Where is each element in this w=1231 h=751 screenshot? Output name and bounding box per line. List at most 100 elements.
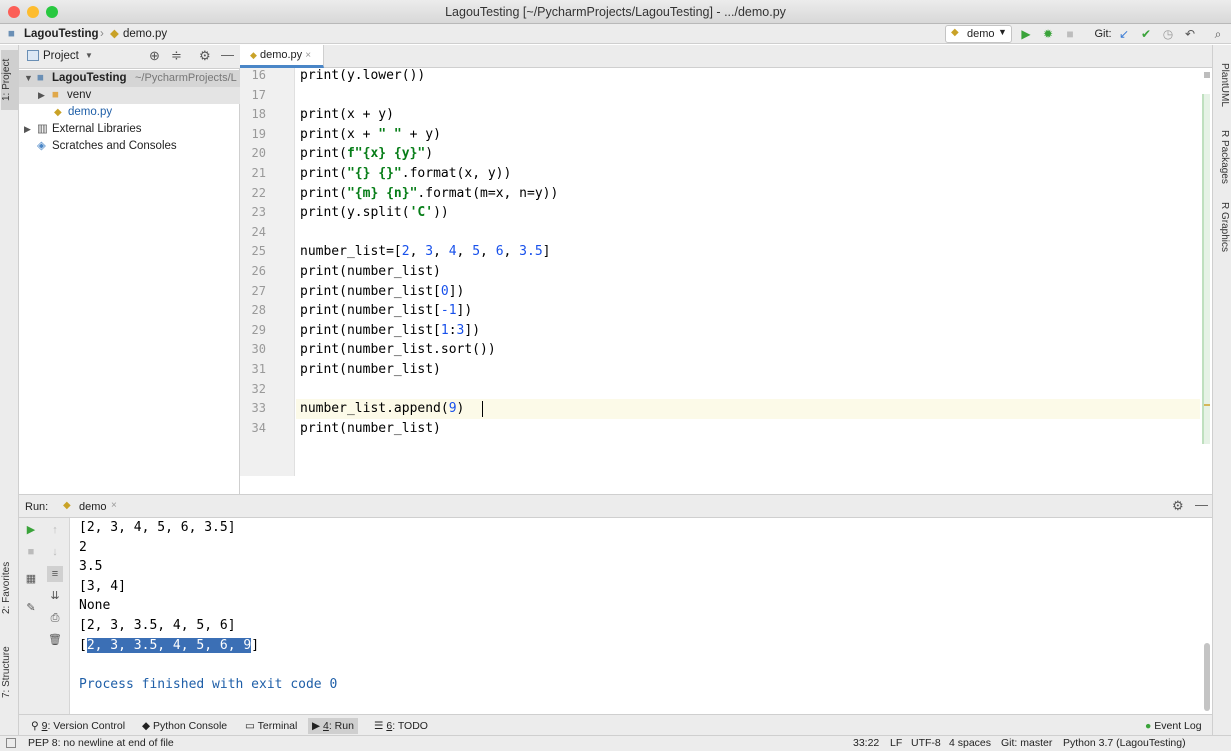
line-number: 17 — [251, 87, 266, 102]
line-number: 31 — [251, 362, 266, 376]
output-prefix: [ — [79, 637, 87, 653]
close-window-button[interactable] — [8, 6, 20, 18]
breadcrumb-project[interactable]: LagouTesting — [24, 26, 99, 42]
search-icon[interactable]: ⌕ — [1210, 26, 1226, 42]
todo-icon: ☰ — [374, 720, 387, 732]
tool-windows-icon[interactable] — [6, 738, 16, 748]
git-branch[interactable]: Git: master — [1001, 736, 1052, 751]
tab-version-control[interactable]: ⚲ 9: Version Control — [27, 718, 129, 734]
breadcrumb-file[interactable]: demo.py — [123, 26, 167, 42]
code-line: print(number_list) — [300, 420, 441, 436]
python-console-icon: ◆ — [142, 720, 153, 732]
collapse-icon[interactable]: ≑ — [171, 48, 182, 64]
tab-terminal[interactable]: ▭ Terminal — [241, 718, 301, 734]
plantuml-tool-tab[interactable]: PlantUML — [1215, 55, 1230, 115]
favorites-tool-tab[interactable]: 2: Favorites — [1, 550, 18, 625]
line-number: 33 — [251, 401, 266, 416]
terminal-icon: ▭ — [245, 720, 258, 732]
chevron-down-icon: ▼ — [998, 27, 1007, 37]
caret-position[interactable]: 33:22 — [853, 736, 879, 751]
gear-icon[interactable]: ⚙ — [199, 48, 211, 64]
print-icon[interactable]: ⎙ — [47, 610, 63, 626]
locate-icon[interactable]: ⊕ — [149, 48, 160, 64]
tab-demo-py[interactable]: ◆ demo.py × — [240, 45, 324, 68]
arrow-down-icon[interactable]: ↓ — [47, 544, 63, 560]
code-line: print(number_list[0]) — [300, 283, 465, 299]
tab-label: : Version Control — [47, 720, 126, 732]
project-panel-title[interactable]: Project — [43, 50, 79, 62]
code-line: print("{} {}".format(x, y)) — [300, 166, 512, 181]
hide-icon[interactable]: — — [221, 47, 234, 62]
soft-wrap-icon[interactable]: ≡ — [47, 566, 63, 582]
r-graphics-tool-tab[interactable]: R Graphics — [1215, 197, 1230, 257]
indent-setting[interactable]: 4 spaces — [949, 736, 991, 751]
tree-item-label: Scratches and Consoles — [52, 140, 177, 152]
arrow-up-icon[interactable]: ↑ — [47, 522, 63, 538]
run-config-select[interactable]: ◆ demo ▼ — [945, 25, 1012, 43]
r-packages-tool-tab[interactable]: R Packages — [1215, 127, 1230, 187]
window-title: LagouTesting [~/PycharmProjects/LagouTes… — [445, 5, 786, 19]
minimize-window-button[interactable] — [27, 6, 39, 18]
console-output[interactable]: [2, 3, 4, 5, 6, 3.5] 2 3.5 [3, 4] None [… — [70, 518, 1202, 714]
hide-icon[interactable]: — — [1195, 497, 1208, 512]
editor-tab-bar: ◆ demo.py × — [240, 45, 1212, 68]
scroll-to-end-icon[interactable]: ⇊ — [47, 588, 63, 604]
tree-item-scratches[interactable]: ◈ Scratches and Consoles — [19, 138, 240, 155]
run-tab-demo[interactable]: demo — [79, 501, 107, 513]
trash-icon[interactable]: 🗑 — [47, 632, 63, 648]
code-line: print(number_list[-1]) — [300, 303, 473, 319]
line-number: 21 — [251, 166, 266, 180]
tab-event-log[interactable]: ● Event Log — [1141, 718, 1206, 734]
project-panel-header: Project ▼ ⊕ ≑ ⚙ — — [19, 45, 240, 69]
process-finished-message: Process finished with exit code 0 — [79, 676, 338, 692]
scroll-track — [1202, 94, 1210, 444]
python-interpreter[interactable]: Python 3.7 (LagouTesting) — [1063, 736, 1186, 751]
rollback-icon[interactable]: ↶ — [1182, 26, 1198, 42]
tree-item-demo-py[interactable]: ◆ demo.py — [19, 104, 240, 121]
tab-todo[interactable]: ☰ 6: TODO — [370, 718, 432, 734]
maximize-window-button[interactable] — [46, 6, 58, 18]
tree-item-venv[interactable]: ▶ ■ venv — [19, 87, 240, 104]
debug-icon[interactable]: ✹ — [1040, 26, 1056, 42]
gear-icon[interactable]: ⚙ — [1172, 498, 1184, 514]
folder-icon: ■ — [37, 72, 44, 84]
tab-label: Terminal — [257, 720, 298, 732]
close-icon[interactable]: × — [111, 500, 117, 511]
chevron-down-icon[interactable]: ▼ — [85, 51, 93, 60]
console-scrollbar[interactable] — [1202, 518, 1212, 714]
editor-scrollbar[interactable] — [1200, 68, 1212, 476]
pin-icon[interactable]: ✎ — [23, 600, 39, 616]
stop-icon[interactable]: ■ — [23, 544, 39, 560]
file-encoding[interactable]: UTF-8 — [911, 736, 941, 751]
output-line-selected: [2, 3, 3.5, 4, 5, 6, 9] — [79, 636, 259, 656]
close-icon[interactable]: × — [305, 50, 311, 61]
rerun-icon[interactable]: ▶ — [23, 522, 39, 538]
output-line: [2, 3, 4, 5, 6, 3.5] — [79, 520, 236, 535]
editor-gutter: 16 17 18 19 20 21 22 23 24 25 26 27 28 2… — [240, 68, 295, 476]
tab-python-console[interactable]: ◆ Python Console — [138, 718, 231, 734]
run-panel-label: Run: — [25, 501, 49, 513]
stop-icon[interactable]: ■ — [1062, 26, 1078, 42]
project-tool-tab[interactable]: 1: Project — [1, 50, 18, 110]
run-icon[interactable]: ▶ — [1018, 26, 1034, 42]
git-update-icon[interactable]: ↙ — [1116, 26, 1132, 42]
code-line: number_list=[2, 3, 4, 5, 6, 3.5] — [300, 244, 551, 260]
git-commit-icon[interactable]: ✔ — [1138, 26, 1154, 42]
line-number: 19 — [251, 126, 266, 141]
code-line: print(number_list) — [300, 362, 441, 377]
output-line: 3.5 — [79, 559, 103, 575]
code-editor[interactable]: print(y.lower()) print(x + y) print(x + … — [296, 68, 1200, 476]
line-number: 22 — [251, 185, 266, 200]
code-line: print(y.split('C')) — [300, 205, 449, 221]
layout-icon[interactable]: ▦ — [23, 571, 39, 587]
scratches-icon: ◈ — [37, 140, 46, 152]
history-icon[interactable]: ◷ — [1160, 26, 1176, 42]
structure-tool-tab[interactable]: 7: Structure — [1, 635, 18, 710]
tree-item-external-libraries[interactable]: ▶ ▥ External Libraries — [19, 121, 240, 138]
line-separator[interactable]: LF — [890, 736, 902, 751]
scroll-thumb[interactable] — [1204, 643, 1210, 711]
tree-item-label: venv — [67, 89, 92, 101]
line-number: 18 — [251, 107, 266, 122]
tab-run[interactable]: ▶ 4: Run — [308, 718, 358, 734]
tree-item-project-root[interactable]: ▼ ■ LagouTesting ~/PycharmProjects/L — [19, 70, 240, 87]
